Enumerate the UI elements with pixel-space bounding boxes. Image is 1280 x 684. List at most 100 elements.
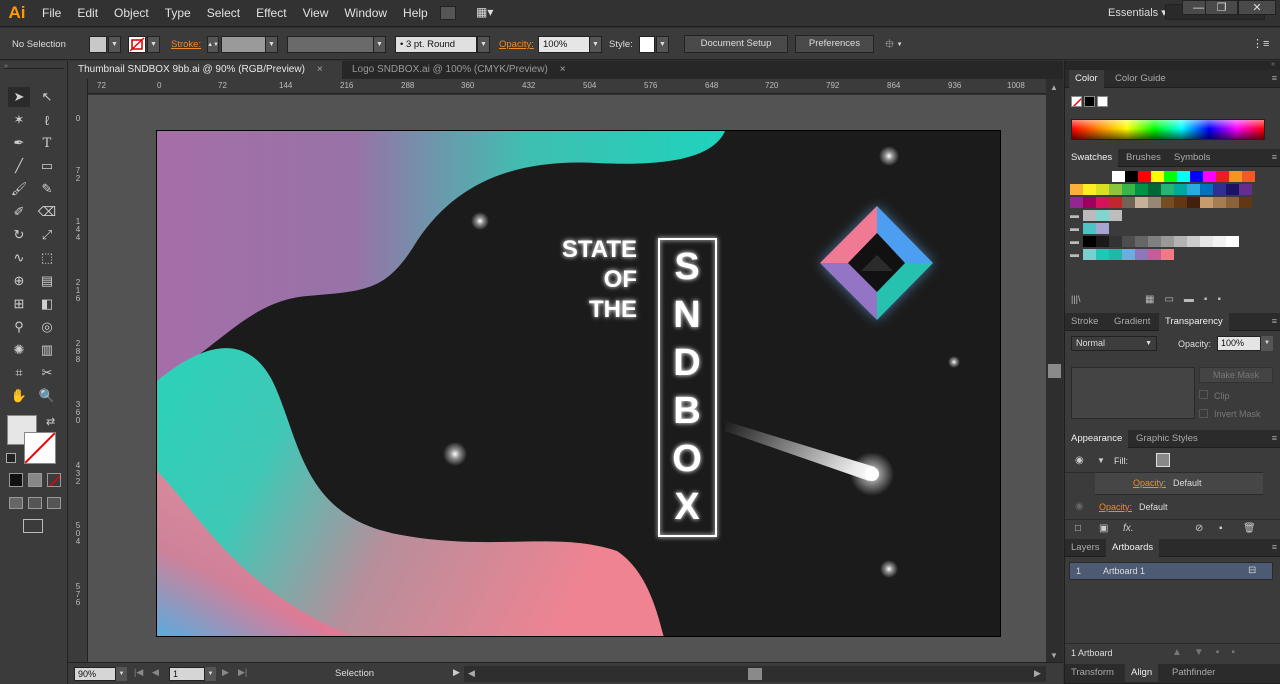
shape-builder-tool-icon[interactable]: ⊕ — [8, 271, 30, 291]
artboard-options-icon[interactable]: ⊟ — [1248, 565, 1256, 576]
stroke-weight-dropdown-icon[interactable]: ▼ — [265, 36, 278, 53]
color-swatch[interactable] — [1135, 236, 1148, 247]
color-swatch[interactable] — [1070, 184, 1083, 195]
tab-artboards[interactable]: Artboards — [1106, 539, 1160, 557]
lasso-tool-icon[interactable]: ℓ — [36, 110, 58, 130]
color-swatch[interactable] — [1239, 184, 1252, 195]
color-swatch[interactable] — [1109, 236, 1122, 247]
color-swatch[interactable] — [1096, 184, 1109, 195]
delete-item-icon[interactable]: 🗑 — [1243, 523, 1256, 534]
horizontal-scrollbar[interactable]: ◀ ▶ — [464, 666, 1046, 682]
color-swatch[interactable] — [1122, 184, 1135, 195]
stroke-color-box[interactable] — [24, 432, 56, 464]
eyedropper-tool-icon[interactable]: ⚲ — [8, 317, 30, 337]
color-swatch[interactable] — [1096, 197, 1109, 208]
type-tool-icon[interactable]: T — [36, 133, 58, 153]
rotate-tool-icon[interactable]: ↻ — [8, 225, 30, 245]
tab-graphic-styles[interactable]: Graphic Styles — [1130, 430, 1204, 448]
menu-effect[interactable]: Effect — [248, 0, 294, 27]
swatch-libraries-icon[interactable]: |||\ — [1071, 294, 1081, 304]
opacity-field[interactable]: 100% — [538, 36, 590, 53]
artboard[interactable]: STATE OF THE S N D B O X — [156, 130, 1001, 637]
zoom-field[interactable]: 90% — [74, 667, 116, 681]
profile-dropdown-icon[interactable]: ▼ — [373, 36, 386, 53]
panel-menu-icon[interactable]: ≡ — [1272, 152, 1277, 162]
variable-width-profile[interactable] — [287, 36, 375, 53]
menu-window[interactable]: Window — [336, 0, 395, 27]
color-swatch[interactable] — [1138, 171, 1151, 182]
stroke-weight-stepper[interactable]: ▲▼ — [207, 36, 219, 53]
blend-tool-icon[interactable]: ◎ — [36, 317, 58, 337]
stroke-dropdown-icon[interactable]: ▼ — [147, 36, 160, 53]
color-swatch[interactable] — [1200, 236, 1213, 247]
disclosure-triangle-icon[interactable]: ▼ — [1097, 456, 1105, 465]
pencil-tool-icon[interactable]: ✎ — [36, 179, 58, 199]
panel-menu-icon[interactable]: ≡ — [1272, 542, 1277, 552]
color-swatch[interactable] — [1226, 236, 1239, 247]
menu-edit[interactable]: Edit — [69, 0, 106, 27]
color-swatch[interactable] — [1135, 249, 1148, 260]
tab-layers[interactable]: Layers — [1065, 539, 1106, 557]
color-swatch[interactable] — [1161, 197, 1174, 208]
control-panel-menu-icon[interactable]: ⋮≡ — [1252, 36, 1269, 53]
status-mode[interactable]: Selection — [335, 668, 374, 679]
opacity-dropdown-icon[interactable]: ▼ — [1261, 336, 1273, 351]
tab-close-icon[interactable]: × — [317, 64, 323, 75]
color-swatch[interactable] — [1174, 197, 1187, 208]
artboard-dropdown-icon[interactable]: ▼ — [205, 667, 216, 681]
color-swatch[interactable] — [1083, 249, 1096, 260]
color-swatch[interactable] — [1161, 236, 1174, 247]
tab-logo-sndbox[interactable]: Logo SNDBOX.ai @ 100% (CMYK/Preview) × — [342, 61, 580, 79]
perspective-grid-tool-icon[interactable]: ▤ — [36, 271, 58, 291]
make-mask-button[interactable]: Make Mask — [1199, 367, 1273, 383]
black-swatch[interactable] — [1084, 96, 1095, 107]
column-graph-tool-icon[interactable]: ▥ — [36, 340, 58, 360]
artboard-list-item[interactable]: 1 Artboard 1 ⊟ — [1069, 562, 1273, 580]
tab-appearance[interactable]: Appearance — [1065, 430, 1129, 448]
previous-artboard-icon[interactable]: ◀ — [152, 667, 159, 678]
tab-transform[interactable]: Transform — [1065, 664, 1120, 682]
direct-selection-tool-icon[interactable]: ↖ — [36, 87, 58, 107]
status-menu-icon[interactable]: ▶ — [453, 667, 460, 678]
color-swatch[interactable] — [1229, 171, 1242, 182]
color-swatch[interactable] — [1083, 197, 1096, 208]
style-dropdown-icon[interactable]: ▼ — [656, 36, 669, 53]
horizontal-ruler[interactable]: 72 0 72 144 216 288 360 432 504 576 648 … — [88, 79, 1046, 94]
next-artboard-icon[interactable]: ▶ — [222, 667, 229, 678]
folder-icon[interactable]: ▬ — [1070, 210, 1083, 221]
scroll-down-icon[interactable]: ▼ — [1050, 651, 1058, 660]
opacity-dropdown-icon[interactable]: ▼ — [589, 36, 602, 53]
tab-align[interactable]: Align — [1125, 664, 1159, 682]
panel-grip[interactable]: » — [4, 63, 64, 70]
fill-swatch[interactable] — [1156, 453, 1170, 467]
tab-color-guide[interactable]: Color Guide — [1109, 70, 1172, 88]
gradient-swatch[interactable] — [1096, 223, 1109, 234]
color-swatch[interactable] — [1109, 184, 1122, 195]
visibility-eye-icon[interactable]: ◉ — [1075, 501, 1084, 512]
pattern-swatch[interactable] — [1096, 210, 1109, 221]
invert-mask-checkbox[interactable] — [1199, 409, 1208, 418]
line-tool-icon[interactable]: ╱ — [8, 156, 30, 176]
swatch-action-icons[interactable]: ▦▭▬▪▪ — [1145, 294, 1231, 305]
tab-color[interactable]: Color — [1069, 70, 1104, 88]
gradient-swatch[interactable] — [1083, 223, 1096, 234]
pattern-swatch[interactable] — [1109, 210, 1122, 221]
color-swatch[interactable] — [1122, 236, 1135, 247]
gradient-mode-icon[interactable] — [28, 473, 42, 487]
tab-symbols[interactable]: Symbols — [1168, 149, 1216, 167]
visibility-eye-icon[interactable]: ◉ — [1075, 455, 1084, 466]
tab-stroke[interactable]: Stroke — [1065, 313, 1104, 331]
hand-tool-icon[interactable]: ✋ — [8, 386, 30, 406]
fill-swatch[interactable] — [89, 36, 107, 53]
opacity-link[interactable]: Opacity: — [1133, 478, 1166, 488]
arrange-documents-icon[interactable]: ▦▾ — [476, 5, 502, 21]
clip-checkbox[interactable] — [1199, 390, 1208, 399]
color-swatch[interactable] — [1239, 197, 1252, 208]
gradient-tool-icon[interactable]: ◧ — [36, 294, 58, 314]
draw-inside-icon[interactable] — [47, 497, 61, 509]
warp-tool-icon[interactable]: ∿ — [8, 248, 30, 268]
bridge-icon[interactable] — [440, 6, 456, 20]
color-swatch[interactable] — [1148, 197, 1161, 208]
zoom-tool-icon[interactable]: 🔍 — [36, 386, 58, 406]
none-mode-icon[interactable] — [47, 473, 61, 487]
